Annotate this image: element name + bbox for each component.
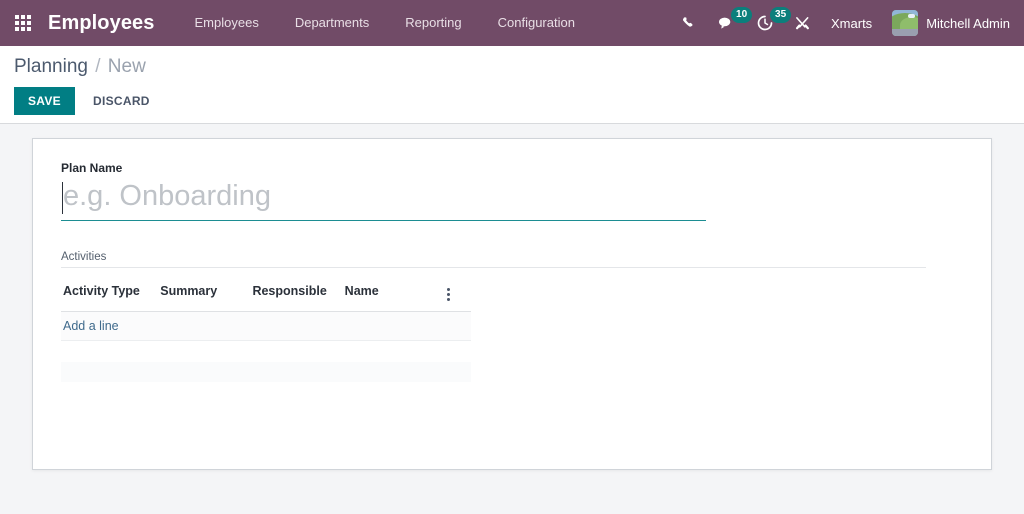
breadcrumb-separator: / xyxy=(95,56,101,77)
form-action-buttons: SAVE DISCARD xyxy=(14,86,1010,115)
main-menu: Employees Departments Reporting Configur… xyxy=(177,0,593,46)
table-filler-row xyxy=(61,362,471,383)
add-line-row[interactable]: Add a line xyxy=(61,311,471,341)
activities-section-title: Activities xyxy=(61,250,107,263)
optional-columns-header xyxy=(440,277,471,312)
user-name-label: Mitchell Admin xyxy=(926,15,1010,31)
systray: 10 35 Xmarts Mitchell Admin xyxy=(671,0,1010,46)
database-name[interactable]: Xmarts xyxy=(821,16,886,31)
vertical-dots-icon[interactable] xyxy=(443,286,454,303)
table-gap-row xyxy=(61,340,471,362)
apps-menu-button[interactable] xyxy=(6,6,40,40)
menu-item-departments[interactable]: Departments xyxy=(277,0,387,46)
plan-name-label: Plan Name xyxy=(61,160,123,175)
phone-icon xyxy=(683,17,693,27)
column-header-summary: Summary xyxy=(158,277,251,312)
activities-section: Activities Activity Type Summary Respons… xyxy=(61,251,963,383)
tools-icon xyxy=(795,16,809,29)
activities-table: Activity Type Summary Responsible Name A… xyxy=(61,277,471,383)
plan-name-field xyxy=(61,176,706,221)
activities-list: Activity Type Summary Responsible Name A… xyxy=(61,277,471,383)
user-menu[interactable]: Mitchell Admin xyxy=(886,10,1010,36)
breadcrumb-root[interactable]: Planning xyxy=(14,56,88,77)
form-sheet: Plan Name Activities Activity Type Summa… xyxy=(32,137,992,470)
save-button[interactable]: SAVE xyxy=(14,86,75,115)
discard-button[interactable]: DISCARD xyxy=(81,87,162,115)
activities-table-body: Add a line xyxy=(61,311,471,383)
column-header-activity-type: Activity Type xyxy=(61,277,159,312)
text-caret xyxy=(62,181,63,214)
plan-name-input[interactable] xyxy=(61,176,706,218)
apps-grid-icon xyxy=(15,15,31,31)
top-navbar: Employees Employees Departments Reportin… xyxy=(0,0,1024,46)
user-avatar xyxy=(892,10,919,36)
column-header-responsible: Responsible xyxy=(250,277,343,312)
menu-item-reporting[interactable]: Reporting xyxy=(387,0,479,46)
messages-button[interactable]: 10 xyxy=(707,0,753,46)
breadcrumb-current: New xyxy=(107,56,146,77)
content-area: Plan Name Activities Activity Type Summa… xyxy=(0,124,1024,508)
section-divider xyxy=(61,266,926,268)
add-line-cell: Add a line xyxy=(61,311,471,341)
activities-table-head: Activity Type Summary Responsible Name xyxy=(61,277,471,312)
voip-phone-button[interactable] xyxy=(671,0,707,46)
menu-item-configuration[interactable]: Configuration xyxy=(480,0,593,46)
column-header-name: Name xyxy=(342,277,441,312)
table-header-row: Activity Type Summary Responsible Name xyxy=(61,277,471,312)
developer-tools-button[interactable] xyxy=(784,0,821,46)
menu-item-employees[interactable]: Employees xyxy=(177,0,277,46)
breadcrumb: Planning / New xyxy=(14,56,1010,79)
app-brand-title[interactable]: Employees xyxy=(48,12,155,35)
activities-button[interactable]: 35 xyxy=(746,0,792,46)
control-panel: Planning / New SAVE DISCARD xyxy=(0,46,1024,124)
add-a-line-link[interactable]: Add a line xyxy=(63,319,119,333)
